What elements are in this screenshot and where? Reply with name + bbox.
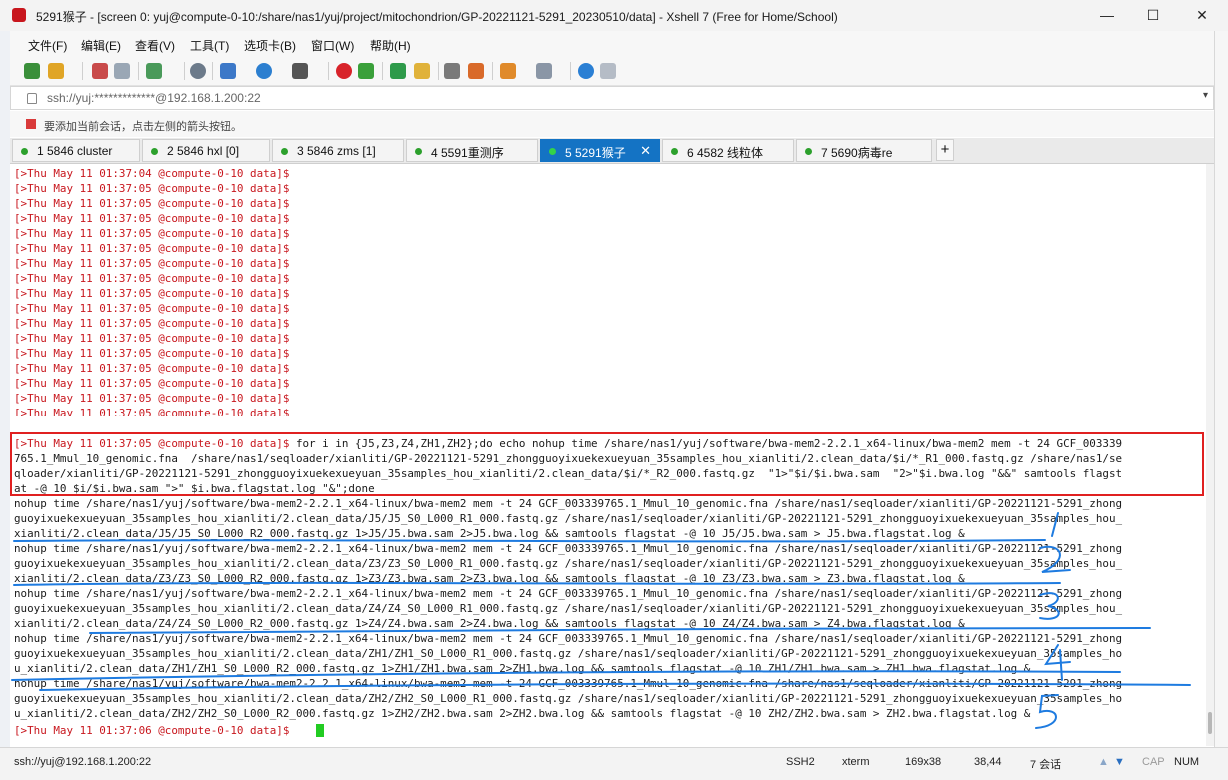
status-term-type: xterm [842,756,870,768]
scroll-up-icon[interactable]: ▲ [1098,756,1109,768]
scroll-down-icon[interactable]: ▼ [1114,756,1125,768]
status-term-size: 169x38 [905,756,942,768]
status-bar: ssh://yuj@192.168.1.200:22 SSH2 xterm 16… [0,747,1228,780]
status-connection: ssh://yuj@192.168.1.200:22 [14,756,152,768]
status-cursor-pos: 38,44 [974,756,1002,768]
status-num: NUM [1174,756,1200,768]
ink-annotations [11,512,1191,729]
status-sessions: 7 会话 [1030,759,1062,771]
status-protocol: SSH2 [786,756,815,768]
status-caps: CAP [1142,756,1165,768]
